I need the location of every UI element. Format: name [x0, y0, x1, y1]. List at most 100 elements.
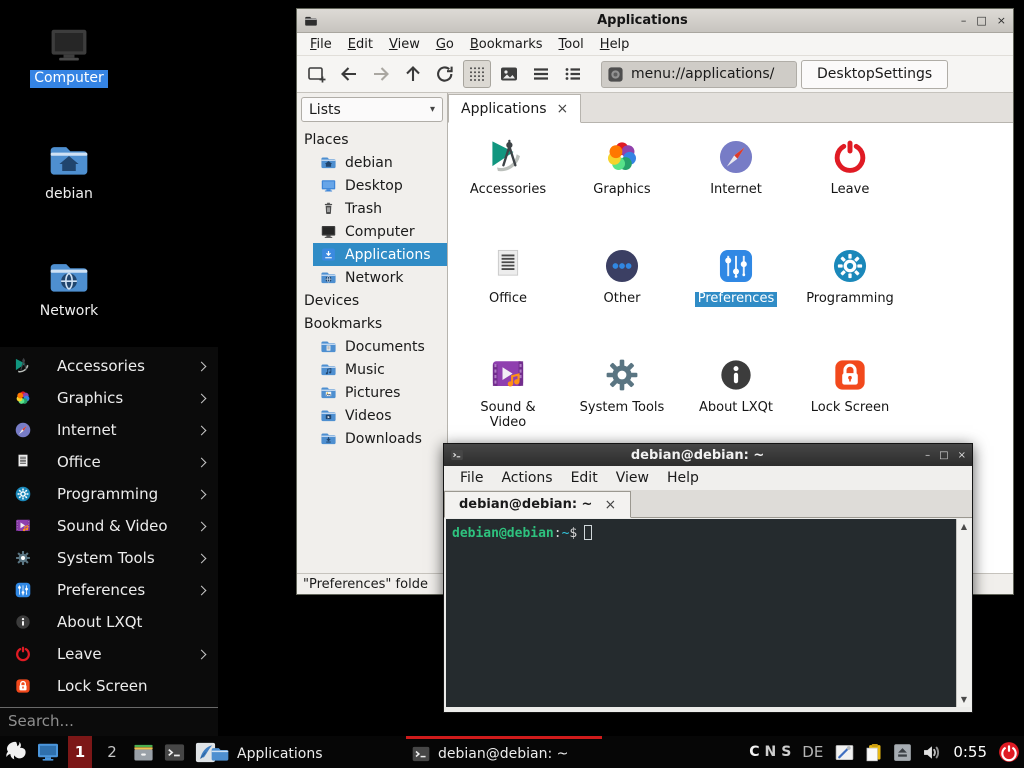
taskbar: 12 Applications debian@debian: ~ CNSDE0:…: [0, 736, 1024, 768]
app-folder-preferences[interactable]: Preferences: [679, 244, 793, 353]
sidebar-item-label: Network: [345, 270, 403, 286]
submenu-chevron-icon: [197, 425, 207, 435]
keyboard-layout[interactable]: DE: [802, 743, 823, 761]
terminal-menu-actions[interactable]: Actions: [492, 468, 561, 488]
app-folder-other[interactable]: Other: [565, 244, 679, 353]
view-icons-button[interactable]: [463, 60, 491, 88]
sidebar-item-desktop[interactable]: Desktop: [313, 174, 447, 197]
fm-menu-view[interactable]: View: [381, 35, 428, 54]
app-folder-programming[interactable]: Programming: [793, 244, 907, 353]
terminal-menu-file[interactable]: File: [451, 468, 492, 488]
fm-menu-go[interactable]: Go: [428, 35, 462, 54]
view-compact-button[interactable]: [527, 60, 555, 88]
close-button[interactable]: ×: [997, 14, 1006, 27]
maximize-button[interactable]: □: [939, 450, 948, 461]
sidebar-item-documents[interactable]: Documents: [313, 335, 447, 358]
tray-clipboard[interactable]: [863, 742, 884, 763]
workspace-2[interactable]: 2: [100, 736, 124, 768]
menu-search-input[interactable]: Search...: [0, 707, 218, 736]
desktop-icon-computer[interactable]: Computer: [19, 22, 119, 88]
fm-menu-bookmarks[interactable]: Bookmarks: [462, 35, 551, 54]
tab-close-icon[interactable]: ×: [604, 497, 616, 513]
menu-item-graphics[interactable]: Graphics: [0, 382, 218, 414]
fm-menu-tool[interactable]: Tool: [551, 35, 592, 54]
menu-item-label: Programming: [57, 485, 158, 503]
address-bar[interactable]: menu://applications/: [601, 61, 797, 88]
show-desktop-button[interactable]: [36, 740, 60, 764]
sidebar-item-applications[interactable]: Applications: [313, 243, 447, 266]
sidebar-item-computer[interactable]: Computer: [313, 220, 447, 243]
app-folder-leave[interactable]: Leave: [793, 135, 907, 244]
menu-item-office[interactable]: Office: [0, 446, 218, 478]
scroll-up-icon[interactable]: ▲: [961, 522, 967, 531]
new-tab-button[interactable]: [303, 60, 331, 88]
close-button[interactable]: ×: [958, 450, 966, 461]
app-folder-internet[interactable]: Internet: [679, 135, 793, 244]
fm-menu-edit[interactable]: Edit: [340, 35, 381, 54]
tray-removable-media[interactable]: [892, 742, 913, 763]
launcher-pcmanfm[interactable]: [132, 741, 155, 764]
menu-item-sound-video[interactable]: Sound & Video: [0, 510, 218, 542]
app-folder-label: Accessories: [470, 183, 546, 198]
app-folder-accessories[interactable]: Accessories: [451, 135, 565, 244]
scroll-down-icon[interactable]: ▼: [961, 695, 967, 704]
desktop-icon-network[interactable]: Network: [19, 255, 119, 321]
tray-screengrab[interactable]: [834, 742, 855, 763]
address-text: menu://applications/: [631, 66, 774, 82]
clock[interactable]: 0:55: [953, 743, 987, 761]
terminal-menu-help[interactable]: Help: [658, 468, 708, 488]
tree-header-bookmarks[interactable]: Bookmarks: [297, 312, 447, 335]
sidebar-item-debian[interactable]: debian: [313, 151, 447, 174]
terminal-menu-edit[interactable]: Edit: [562, 468, 607, 488]
tray-volume[interactable]: [921, 742, 942, 763]
terminal-scrollbar[interactable]: ▲ ▼: [956, 519, 971, 707]
menu-item-about[interactable]: About LXQt: [0, 606, 218, 638]
minimize-button[interactable]: –: [961, 14, 967, 27]
terminal-titlebar[interactable]: debian@debian: ~ – □ ×: [444, 444, 972, 466]
back-button[interactable]: [335, 60, 363, 88]
leave-button[interactable]: [998, 741, 1020, 763]
view-thumbnails-button[interactable]: [495, 60, 523, 88]
menu-item-internet[interactable]: Internet: [0, 414, 218, 446]
app-folder-graphics[interactable]: Graphics: [565, 135, 679, 244]
terminal-screen[interactable]: debian@debian:~$: [446, 519, 956, 707]
menu-item-system-tools[interactable]: System Tools: [0, 542, 218, 574]
launcher-qterminal[interactable]: [163, 741, 186, 764]
sidebar-item-music[interactable]: Music: [313, 358, 447, 381]
fm-menu-help[interactable]: Help: [592, 35, 638, 54]
terminal-menu-view[interactable]: View: [607, 468, 658, 488]
sidebar-mode-select[interactable]: Lists ▾: [301, 97, 443, 122]
menu-item-preferences[interactable]: Preferences: [0, 574, 218, 606]
tab-applications[interactable]: Applications ×: [448, 94, 581, 123]
view-detailed-button[interactable]: [559, 60, 587, 88]
folder-videos-icon: [320, 407, 337, 424]
forward-button[interactable]: [367, 60, 395, 88]
task-button-1[interactable]: debian@debian: ~: [406, 736, 602, 768]
tree-header-places[interactable]: Places: [297, 128, 447, 151]
sidebar-item-network[interactable]: Network: [313, 266, 447, 289]
menu-item-lock-screen[interactable]: Lock Screen: [0, 670, 218, 702]
fm-titlebar[interactable]: Applications – □ ×: [297, 9, 1013, 33]
menu-item-programming[interactable]: Programming: [0, 478, 218, 510]
workspace-1[interactable]: 1: [68, 736, 92, 768]
task-button-0[interactable]: Applications: [205, 736, 401, 768]
tree-header-devices[interactable]: Devices: [297, 289, 447, 312]
sidebar-item-pictures[interactable]: Pictures: [313, 381, 447, 404]
sidebar-item-downloads[interactable]: Downloads: [313, 427, 447, 450]
menu-item-accessories[interactable]: Accessories: [0, 350, 218, 382]
tab-close-icon[interactable]: ×: [557, 101, 569, 117]
sidebar-item-videos[interactable]: Videos: [313, 404, 447, 427]
up-button[interactable]: [399, 60, 427, 88]
app-folder-office[interactable]: Office: [451, 244, 565, 353]
start-menu-button[interactable]: [4, 740, 28, 764]
desktop[interactable]: Computer debian Network Applications – □…: [0, 0, 1024, 768]
minimize-button[interactable]: –: [925, 450, 930, 461]
menu-item-leave[interactable]: Leave: [0, 638, 218, 670]
sidebar-item-trash[interactable]: Trash: [313, 197, 447, 220]
terminal-tab[interactable]: debian@debian: ~ ×: [444, 491, 631, 518]
desktop-icon-debian[interactable]: debian: [19, 138, 119, 204]
maximize-button[interactable]: □: [976, 14, 986, 27]
desktop-settings-button[interactable]: DesktopSettings: [801, 60, 948, 89]
fm-menu-file[interactable]: File: [302, 35, 340, 54]
reload-button[interactable]: [431, 60, 459, 88]
